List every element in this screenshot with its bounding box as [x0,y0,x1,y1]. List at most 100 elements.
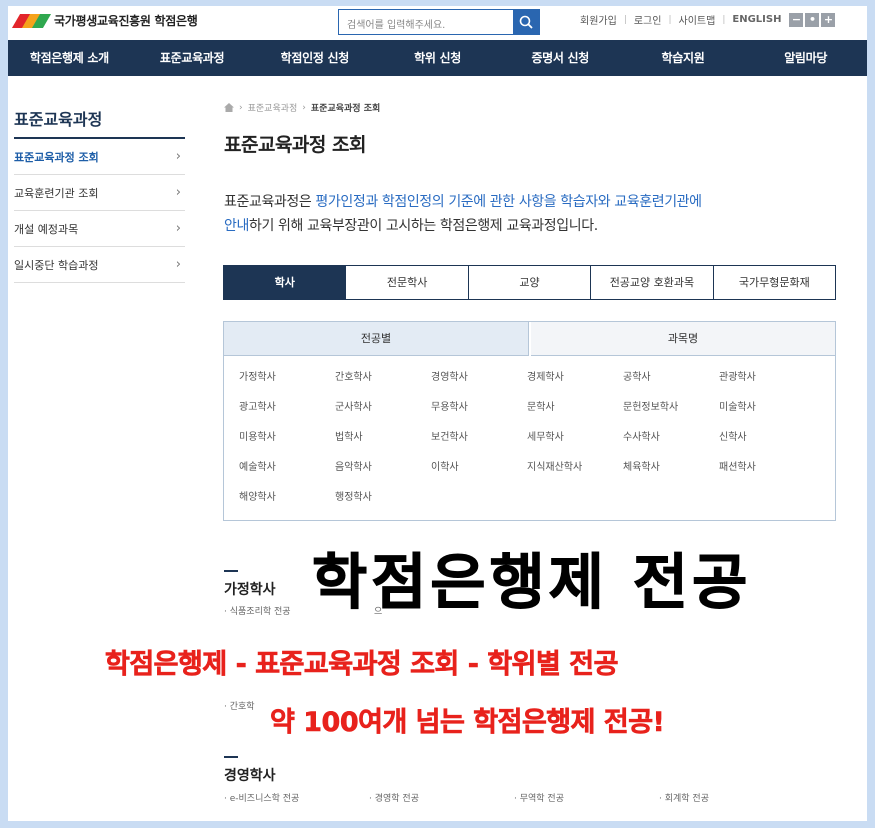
major-link[interactable]: 세무학사 [527,426,623,456]
nav-item-notice[interactable]: 알림마당 [744,40,867,76]
browser-page: 국가평생교육진흥원 학점은행 검색어를 입력해주세요. 회원가입 | 로그인 |… [8,6,867,821]
major-link[interactable]: 미용학사 [239,426,335,456]
major-link[interactable]: 보건학사 [431,426,527,456]
description-highlight: 안내 [224,218,249,234]
search-button[interactable] [513,10,539,34]
major-link[interactable]: · 회계학 전공 [659,791,709,804]
breadcrumb-separator: › [302,102,306,113]
tab-compatible-courses[interactable]: 전공교양 호환과목 [590,266,713,299]
major-link[interactable]: · 경영학 전공 [369,791,514,804]
tab-general-education[interactable]: 교양 [467,266,591,299]
divider: | [722,14,726,25]
divider: | [668,14,672,25]
major-link[interactable]: 간호학사 [335,366,431,396]
major-link[interactable]: 가정학사 [239,366,335,396]
sidebar-item-label: 교육훈련기관 조회 [14,186,99,200]
page-title: 표준교육과정 조회 [224,134,366,156]
breadcrumb-current: 표준교육과정 조회 [310,104,381,114]
login-link[interactable]: 로그인 [634,12,662,27]
zoom-out-button[interactable]: − [789,12,804,27]
overlay-caption-line2: 약 100여개 넘는 학점은행제 전공! [270,707,665,739]
major-link[interactable]: 문학사 [527,396,623,426]
degree-tabs: 학사 전문학사 교양 전공교양 호환과목 국가무형문화재 [223,265,836,300]
major-link[interactable]: 패션학사 [719,456,815,486]
major-link-label: 경영학 전공 [374,794,419,804]
zoom-in-button[interactable]: + [821,12,836,27]
sidebar-item-planned-courses[interactable]: 개설 예정과목 › [14,211,185,247]
nav-item-certificate[interactable]: 증명서 신청 [499,40,622,76]
breadcrumb-separator: › [239,102,243,113]
section-marker [224,570,238,572]
tab-bachelor[interactable]: 학사 [224,266,346,299]
site-logo[interactable]: 국가평생교육진흥원 학점은행 [11,12,198,29]
major-link[interactable]: 경영학사 [431,366,527,396]
nav-item-credit-apply[interactable]: 학점인정 신청 [253,40,376,76]
section-major-list: · e-비즈니스학 전공 · 경영학 전공 · 무역학 전공 · 회계학 전공 [224,791,709,804]
breadcrumb: › 표준교육과정 › 표준교육과정 조회 [224,101,380,114]
overlay-caption-line1: 학점은행제 - 표준교육과정 조회 - 학위별 전공 [105,649,619,681]
search-icon [519,15,533,29]
nav-item-curriculum[interactable]: 표준교육과정 [131,40,254,76]
signup-link[interactable]: 회원가입 [580,12,617,27]
major-link[interactable]: 신학사 [719,426,815,456]
sidebar-item-label: 표준교육과정 조회 [14,150,99,164]
breadcrumb-level1[interactable]: 표준교육과정 [248,101,298,114]
tab-intangible-heritage[interactable]: 국가무형문화재 [712,266,836,299]
tab-associate[interactable]: 전문학사 [345,266,468,299]
major-link[interactable]: 음악학사 [335,456,431,486]
sidebar-title: 표준교육과정 [14,110,103,129]
tab-by-subject[interactable]: 과목명 [531,322,835,356]
sidebar-menu: 표준교육과정 조회 › 교육훈련기관 조회 › 개설 예정과목 › 일시중단 학… [14,139,185,283]
description-text: 하기 위해 교육부장관이 고시하는 학점은행제 교육과정입니다. [248,218,598,234]
major-link[interactable]: 공학사 [623,366,719,396]
home-icon[interactable] [224,103,234,112]
major-link[interactable]: 체육학사 [623,456,719,486]
major-link[interactable]: 문헌정보학사 [623,396,719,426]
major-link[interactable]: 행정학사 [335,486,431,516]
sitemap-link[interactable]: 사이트맵 [679,12,716,27]
major-link[interactable]: 경제학사 [527,366,623,396]
major-link-label: 무역학 전공 [519,794,564,804]
major-link[interactable]: 관광학사 [719,366,815,396]
major-link[interactable]: 수사학사 [623,426,719,456]
english-link[interactable]: ENGLISH [732,14,781,25]
search-mode-tabs: 전공별 과목명 [224,322,835,356]
section-title: 가정학사 [224,582,276,598]
overlay-headline: 학점은행제 전공 [311,548,752,619]
sidebar-item-institution-search[interactable]: 교육훈련기관 조회 › [14,175,185,211]
major-link-label: 간호학 [229,702,255,712]
tab-by-major[interactable]: 전공별 [224,322,529,356]
zoom-reset-button[interactable]: • [805,12,820,27]
chevron-right-icon: › [175,149,181,164]
major-link[interactable]: 해양학사 [239,486,335,516]
major-link[interactable]: 광고학사 [239,396,335,426]
major-list: 가정학사 간호학사 경영학사 경제학사 공학사 관광학사광고학사 군사학사 무용학사 문학사 문헌… [224,356,835,516]
utility-menu: 회원가입 | 로그인 | 사이트맵 | ENGLISH − • + [580,12,836,27]
major-link[interactable]: 법학사 [335,426,431,456]
major-selector: 전공별 과목명 가정학사 간호학사 경영학사 경제학사 공학사 관광학사광고학사 군사학사 무… [223,321,836,521]
nav-item-degree-apply[interactable]: 학위 신청 [376,40,499,76]
top-bar: 국가평생교육진흥원 학점은행 검색어를 입력해주세요. 회원가입 | 로그인 |… [8,6,867,40]
major-link[interactable]: 예술학사 [239,456,335,486]
section-major-list: · 간호학 [224,699,255,712]
major-link[interactable]: · e-비즈니스학 전공 [224,791,369,804]
major-link[interactable]: · 무역학 전공 [514,791,659,804]
major-link[interactable]: 이학사 [431,456,527,486]
chevron-right-icon: › [175,185,181,200]
sidebar-item-curriculum-search[interactable]: 표준교육과정 조회 › [14,139,185,175]
sidebar-item-suspended-courses[interactable]: 일시중단 학습과정 › [14,247,185,283]
chevron-right-icon: › [175,221,181,236]
nav-item-learning-support[interactable]: 학습지원 [622,40,745,76]
major-link[interactable]: 무용학사 [431,396,527,426]
major-link[interactable]: · 간호학 [224,699,255,712]
logo-text: 국가평생교육진흥원 학점은행 [54,14,198,28]
major-link[interactable]: 미술학사 [719,396,815,426]
major-link[interactable]: 군사학사 [335,396,431,426]
major-link[interactable]: 지식재산학사 [527,456,623,486]
sidebar-item-label: 개설 예정과목 [14,222,79,236]
search-placeholder: 검색어를 입력해주세요. [347,20,446,31]
nav-item-intro[interactable]: 학점은행제 소개 [8,40,131,76]
major-link-label: 식품조리학 전공 [229,607,291,617]
major-link-label: 회계학 전공 [664,794,709,804]
search-input[interactable]: 검색어를 입력해주세요. [338,9,540,35]
